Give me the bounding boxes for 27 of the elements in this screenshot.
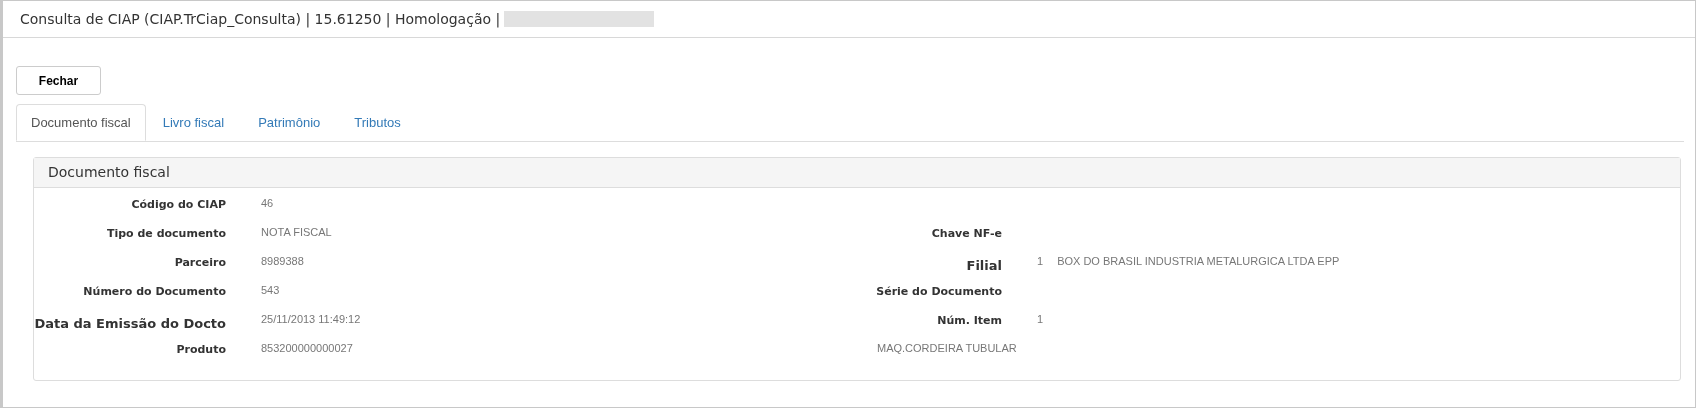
tab[interactable]: Tributos (337, 104, 418, 141)
field-label: Código do CIAP (130, 197, 226, 213)
field-value: 8989388 (261, 254, 304, 269)
field-value: 1 (1037, 254, 1044, 269)
field-value: 543 (261, 283, 280, 298)
field-value: BOX DO BRASIL INDUSTRIA METALURGICA LTDA EPP (1057, 254, 1340, 269)
field-label: Produto (175, 342, 226, 358)
field-value: 1 (1037, 312, 1044, 327)
tab[interactable]: Patrimônio (241, 104, 338, 141)
field-label: Núm. Item (936, 313, 1002, 329)
field-label: Série do Documento (875, 284, 1002, 300)
field-label: Tipo de documento (105, 226, 226, 242)
field-label: Chave NF-e (930, 226, 1002, 242)
field-value: 25/11/2013 11:49:12 (261, 312, 361, 327)
tab[interactable]: Livro fiscal (145, 104, 242, 141)
window-title: Consulta de CIAP (CIAP.TrCiap_Consulta) | 15.61250 | Homologação | (20, 9, 501, 30)
panel-title: Documento fiscal (48, 163, 170, 182)
field-label: Parceiro (173, 255, 226, 271)
field-label: Número do Documento (82, 284, 226, 300)
field-label: Data da Emissão do Docto (34, 315, 226, 333)
tab[interactable]: Documento fiscal (16, 104, 146, 141)
field-value: 46 (261, 196, 274, 211)
field-value: 853200000000027 (261, 341, 353, 356)
close-button[interactable]: Fechar (16, 66, 101, 95)
field-value: MAQ.CORDEIRA TUBULAR (877, 341, 1017, 356)
field-label: Filial (965, 257, 1002, 275)
field-value: NOTA FISCAL (261, 225, 332, 240)
